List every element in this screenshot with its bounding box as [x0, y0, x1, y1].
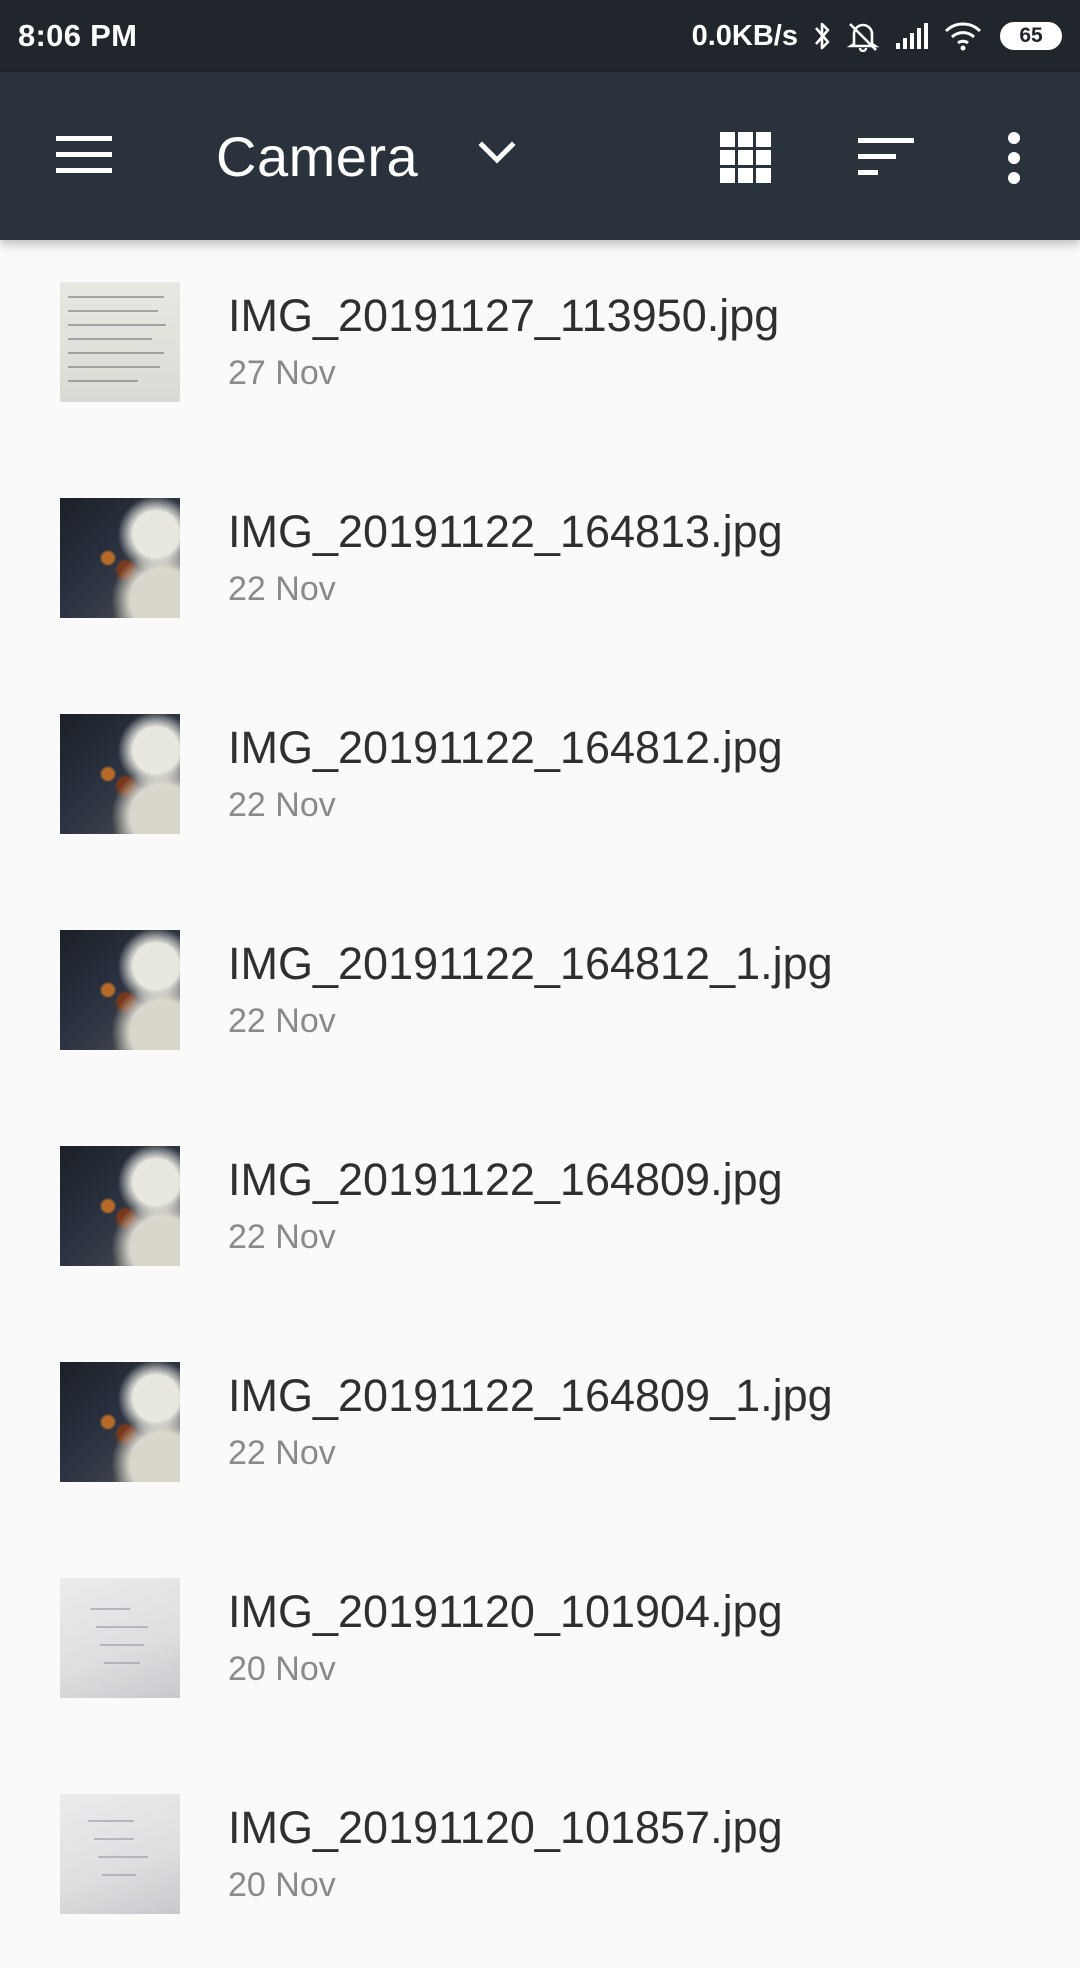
image-thumbnail [60, 1578, 180, 1698]
list-item[interactable]: IMG_20191127_113950.jpg 27 Nov [0, 240, 1080, 456]
status-time: 8:06 PM [18, 18, 138, 53]
file-date: 22 Nov [228, 1218, 336, 1256]
wifi-icon [944, 21, 982, 51]
file-name: IMG_20191122_164809_1.jpg [228, 1370, 833, 1421]
image-thumbnail [60, 930, 180, 1050]
toolbar-title[interactable]: Camera [216, 124, 418, 189]
image-thumbnail [60, 1362, 180, 1482]
list-item[interactable]: IMG_20191120_101904.jpg 20 Nov [0, 1536, 1080, 1752]
file-name: IMG_20191120_101857.jpg [228, 1802, 783, 1853]
image-thumbnail [60, 1794, 180, 1914]
image-thumbnail [60, 282, 180, 402]
file-date: 22 Nov [228, 1002, 336, 1040]
file-name: IMG_20191122_164812.jpg [228, 722, 783, 773]
file-date: 22 Nov [228, 786, 336, 824]
chevron-down-icon[interactable] [474, 130, 520, 176]
list-item[interactable]: IMG_20191122_164809_1.jpg 22 Nov [0, 1320, 1080, 1536]
list-item[interactable]: IMG_20191122_164812.jpg 22 Nov [0, 672, 1080, 888]
list-item[interactable]: IMG_20191120_101857.jpg 20 Nov [0, 1752, 1080, 1968]
list-item[interactable]: IMG_20191122_164813.jpg 22 Nov [0, 456, 1080, 672]
status-bar: 8:06 PM 0.0KB/s 65 [0, 0, 1080, 72]
image-thumbnail [60, 714, 180, 834]
file-date: 22 Nov [228, 570, 336, 608]
status-icons: 0.0KB/s 65 [692, 20, 1062, 53]
file-date: 22 Nov [228, 1434, 336, 1472]
battery-icon: 65 [1000, 22, 1062, 50]
menu-icon[interactable] [56, 134, 112, 176]
bluetooth-icon [812, 20, 832, 52]
grid-view-icon[interactable] [718, 130, 774, 186]
file-date: 20 Nov [228, 1650, 336, 1688]
more-vert-icon[interactable] [996, 130, 1032, 186]
file-date: 27 Nov [228, 354, 336, 392]
file-name: IMG_20191127_113950.jpg [228, 290, 780, 341]
sort-icon[interactable] [858, 134, 918, 180]
image-thumbnail [60, 498, 180, 618]
file-name: IMG_20191122_164809.jpg [228, 1154, 783, 1205]
app-toolbar: Camera [0, 72, 1080, 240]
image-thumbnail [60, 1146, 180, 1266]
file-name: IMG_20191122_164812_1.jpg [228, 938, 833, 989]
file-name: IMG_20191122_164813.jpg [228, 506, 783, 557]
network-speed: 0.0KB/s [691, 19, 798, 52]
file-list: IMG_20191127_113950.jpg 27 Nov IMG_20191… [0, 240, 1080, 1968]
file-date: 20 Nov [228, 1866, 336, 1904]
list-item[interactable]: IMG_20191122_164809.jpg 22 Nov [0, 1104, 1080, 1320]
signal-icon [894, 21, 930, 51]
file-name: IMG_20191120_101904.jpg [228, 1586, 783, 1637]
list-item[interactable]: IMG_20191122_164812_1.jpg 22 Nov [0, 888, 1080, 1104]
muted-bell-icon [846, 20, 880, 52]
